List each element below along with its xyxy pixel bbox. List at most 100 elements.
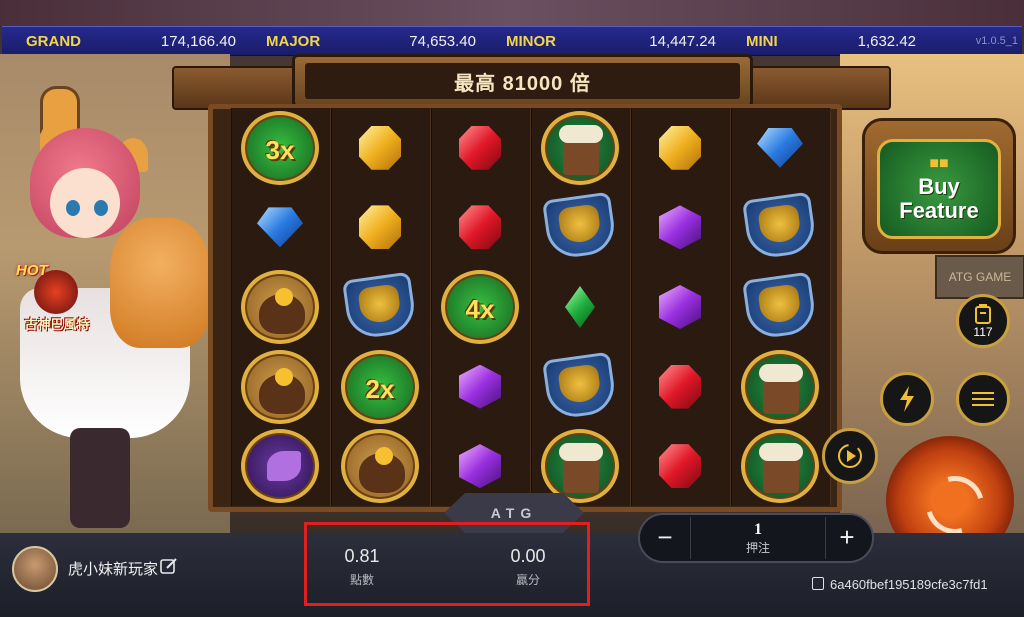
- reel-cell: [730, 108, 830, 188]
- character-face: [50, 168, 120, 238]
- jackpot-mini: MINI 1,632.42: [722, 27, 922, 55]
- tiger-shield-symbol: [536, 187, 625, 267]
- bet-increase-button[interactable]: +: [830, 521, 864, 555]
- purple-gem-symbol: [459, 364, 501, 409]
- bet-control: − 1 押注 +: [638, 513, 874, 563]
- highlight-box: [304, 522, 590, 606]
- reel-grid: 3x 4x 2x: [230, 108, 830, 506]
- multiplier-label: 3x: [265, 134, 295, 165]
- axe-head: [267, 451, 301, 482]
- autoplay-button[interactable]: 117: [956, 294, 1010, 348]
- bet-label: 押注: [745, 541, 770, 555]
- jackpot-value: 14,447.24: [649, 33, 716, 50]
- beer-mugs-icon: ■■: [929, 155, 949, 172]
- tiger-shield-symbol: [336, 267, 425, 347]
- reel-cell: [530, 108, 630, 188]
- tiger-shield-symbol: [736, 267, 825, 347]
- reel-cell: 3x: [230, 108, 330, 188]
- blue-gem-symbol: [757, 127, 803, 168]
- hamburger-icon: [972, 388, 994, 410]
- version-label: v1.0.5_1: [975, 35, 1018, 47]
- avatar[interactable]: [12, 546, 58, 592]
- character-eye: [94, 200, 108, 216]
- coin: [275, 367, 293, 386]
- turbo-button[interactable]: [880, 372, 934, 426]
- jackpot-minor: MINOR 14,447.24: [482, 27, 722, 55]
- jackpot-name: MAJOR: [266, 33, 321, 50]
- reel-cell: [230, 267, 330, 347]
- autoplay-icon: [975, 304, 991, 324]
- buy-feature-line2: Feature: [899, 198, 979, 223]
- copy-icon[interactable]: [812, 577, 824, 590]
- reel-cell: [630, 347, 730, 427]
- reel-cell: [630, 267, 730, 347]
- jackpot-value: 1,632.42: [857, 33, 916, 50]
- character-legs: [70, 428, 130, 528]
- bet-value: 1: [754, 521, 762, 538]
- tiger-shield-symbol: [736, 187, 825, 267]
- hot-game-badge[interactable]: HOT 古神巴風特: [16, 262, 98, 334]
- mug-foam: [759, 443, 803, 462]
- beer-mug-symbol: [741, 429, 819, 504]
- buy-feature-line1: Buy: [918, 174, 960, 199]
- reel-cell: [330, 267, 430, 347]
- red-gem-symbol: [459, 205, 501, 250]
- reel-cell: 2x: [330, 347, 430, 427]
- reel-cell: [230, 426, 330, 506]
- lightning-icon: [900, 386, 914, 412]
- reel-cell: [730, 188, 830, 268]
- reel-cell: [330, 426, 430, 506]
- bet-display: 1 押注: [690, 517, 826, 559]
- hot-game-label: 古神巴風特: [24, 317, 90, 332]
- jackpot-major: MAJOR 74,653.40: [242, 27, 482, 55]
- max-win-title: 最高 81000 倍: [305, 63, 740, 99]
- character-eye: [66, 200, 80, 216]
- tiger-shield-symbol: [536, 346, 625, 426]
- reel-cell: [430, 108, 530, 188]
- jackpot-name: MINI: [746, 33, 778, 50]
- tiger-plush: [110, 218, 210, 348]
- mug-foam: [559, 443, 603, 462]
- reel-cell: [730, 347, 830, 427]
- top-background: [0, 0, 1024, 26]
- reel-cell: [630, 188, 730, 268]
- beer-mug-symbol: [741, 349, 819, 424]
- beer-mug-symbol: [541, 429, 619, 504]
- axe-symbol: [241, 429, 319, 504]
- mug-foam: [759, 363, 803, 382]
- red-gem-symbol: [659, 444, 701, 489]
- hot-tag: HOT: [16, 262, 48, 279]
- edit-icon[interactable]: [160, 557, 178, 575]
- auto-spin-button[interactable]: [822, 428, 878, 484]
- reel-cell: [730, 426, 830, 506]
- reel-cell: [430, 347, 530, 427]
- jackpot-bar: GRAND 174,166.40 MAJOR 74,653.40 MINOR 1…: [2, 26, 1022, 56]
- purple-gem-symbol: [459, 444, 501, 489]
- session-id[interactable]: 6a460fbef195189cfe3c7fd1: [812, 577, 988, 592]
- jackpot-value: 174,166.40: [160, 33, 236, 50]
- jackpot-value: 74,653.40: [409, 33, 476, 50]
- coin-bag-symbol: [241, 269, 319, 344]
- red-gem-symbol: [659, 364, 701, 409]
- jackpot-grand: GRAND 174,166.40: [2, 27, 242, 55]
- multiplier-symbol: 2x: [341, 349, 419, 424]
- blue-gem-symbol: [257, 207, 303, 248]
- menu-button[interactable]: [956, 372, 1010, 426]
- yellow-gem-symbol: [359, 125, 401, 170]
- bet-decrease-button[interactable]: −: [648, 521, 682, 555]
- title-plaque: 最高 81000 倍: [292, 54, 753, 108]
- reel-cell: 4x: [430, 267, 530, 347]
- multiplier-label: 2x: [365, 373, 395, 404]
- coin: [275, 287, 293, 306]
- buy-feature-face: ■■ Buy Feature: [877, 139, 1001, 239]
- reel-cell: [730, 267, 830, 347]
- beer-mug-symbol: [541, 110, 619, 185]
- reel-cell: [530, 347, 630, 427]
- multiplier-label: 4x: [465, 293, 495, 324]
- reel-cell: [630, 426, 730, 506]
- reel-cell: [630, 108, 730, 188]
- atg-game-sign: ATG GAME: [935, 255, 1024, 299]
- buy-feature-button[interactable]: ■■ Buy Feature: [862, 118, 1016, 254]
- reel-cell: [530, 267, 630, 347]
- yellow-gem-symbol: [659, 125, 701, 170]
